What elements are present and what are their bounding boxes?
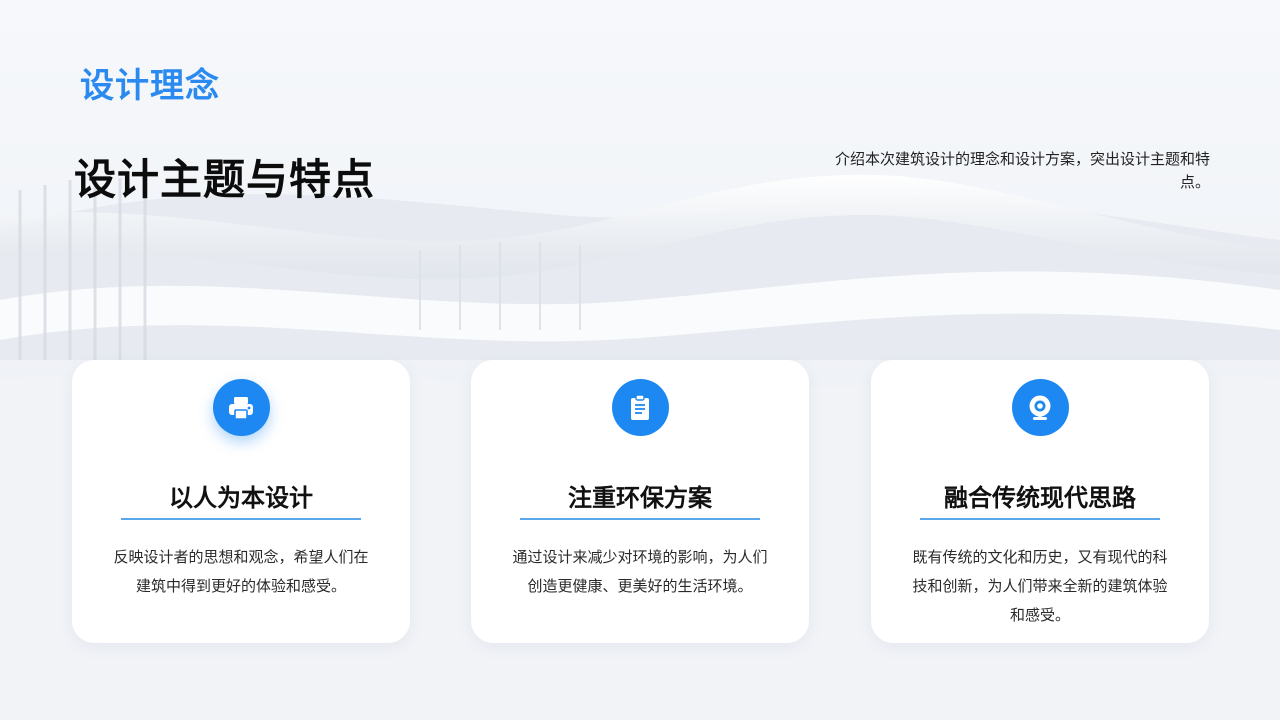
feature-card-eco: 注重环保方案 通过设计来减少对环境的影响，为人们创造更健康、更美好的生活环境。: [471, 360, 809, 643]
divider: [920, 518, 1160, 520]
section-label: 设计理念: [80, 66, 220, 106]
page-title: 设计主题与特点: [74, 155, 376, 204]
divider: [520, 518, 760, 520]
card-title: 以人为本设计: [169, 484, 313, 512]
clipboard-icon: [611, 379, 669, 436]
feature-card-tradition-modern: 融合传统现代思路 既有传统的文化和历史，又有现代的科技和创新，为人们带来全新的建…: [871, 360, 1209, 643]
card-text: 通过设计来减少对环境的影响，为人们创造更健康、更美好的生活环境。: [512, 548, 768, 595]
card-text: 反映设计者的思想和观念，希望人们在建筑中得到更好的体验和感受。: [113, 548, 369, 595]
printer-icon: [212, 379, 270, 436]
card-title: 注重环保方案: [568, 484, 712, 512]
webcam-icon: [1011, 379, 1069, 436]
card-text: 既有传统的文化和历史，又有现代的科技和创新，为人们带来全新的建筑体验和感受。: [912, 548, 1168, 624]
feature-card-people-oriented: 以人为本设计 反映设计者的思想和观念，希望人们在建筑中得到更好的体验和感受。: [72, 360, 410, 643]
divider: [121, 518, 361, 520]
page-description: 介绍本次建筑设计的理念和设计方案，突出设计主题和特点。: [834, 150, 1210, 191]
card-title: 融合传统现代思路: [944, 484, 1136, 512]
